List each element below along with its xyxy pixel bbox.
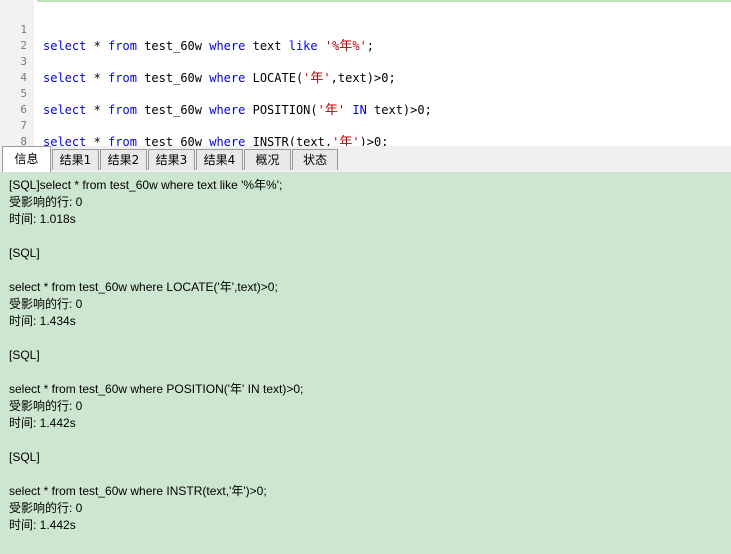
- code-line-7[interactable]: 7 select * from test_60w where INSTR(tex…: [0, 102, 731, 150]
- output-line: 受影响的行: 0: [9, 297, 83, 311]
- output-line: [SQL]: [9, 246, 40, 260]
- output-line: select * from test_60w where LOCATE('年',…: [9, 280, 278, 294]
- code-line-4[interactable]: 4: [0, 54, 731, 84]
- code-line-5[interactable]: 5 select * from test_60w where POSITION(…: [0, 70, 731, 118]
- result-tab-bar: 信息 结果1 结果2 结果3 结果4 概况 状态: [0, 146, 731, 173]
- tab-result-2[interactable]: 结果2: [100, 149, 147, 170]
- tab-result-4[interactable]: 结果4: [196, 149, 243, 170]
- tab-info[interactable]: 信息: [2, 146, 51, 173]
- code-line-6[interactable]: 6: [0, 86, 731, 116]
- output-line: select * from test_60w where POSITION('年…: [9, 382, 304, 396]
- output-line: 受影响的行: 0: [9, 399, 83, 413]
- tab-result-3[interactable]: 结果3: [148, 149, 195, 170]
- output-line: [SQL]: [9, 348, 40, 362]
- tab-result-1[interactable]: 结果1: [52, 149, 99, 170]
- sql-editor[interactable]: 1 select * from test_60w where text like…: [0, 0, 731, 150]
- code-line-1[interactable]: 1 select * from test_60w where text like…: [0, 6, 731, 54]
- output-line: 受影响的行: 0: [9, 501, 83, 515]
- current-line-highlight: [37, 0, 731, 2]
- code-line-8[interactable]: 8: [0, 118, 731, 148]
- message-output-panel[interactable]: [SQL]select * from test_60w where text l…: [0, 172, 731, 554]
- code-line-9[interactable]: 9: [0, 134, 731, 146]
- code-line-3[interactable]: 3 select * from test_60w where LOCATE('年…: [0, 38, 731, 86]
- output-line: select * from test_60w where INSTR(text,…: [9, 484, 267, 498]
- tab-status[interactable]: 状态: [292, 149, 338, 170]
- code-line-2[interactable]: 2: [0, 22, 731, 52]
- output-line: [SQL]select * from test_60w where text l…: [9, 178, 283, 192]
- tab-overview[interactable]: 概况: [244, 149, 291, 170]
- output-line: 时间: 1.442s: [9, 518, 76, 532]
- output-line: 时间: 1.018s: [9, 212, 76, 226]
- output-line: [SQL]: [9, 450, 40, 464]
- output-line: 时间: 1.434s: [9, 314, 76, 328]
- output-line: 时间: 1.442s: [9, 416, 76, 430]
- output-line: 受影响的行: 0: [9, 195, 83, 209]
